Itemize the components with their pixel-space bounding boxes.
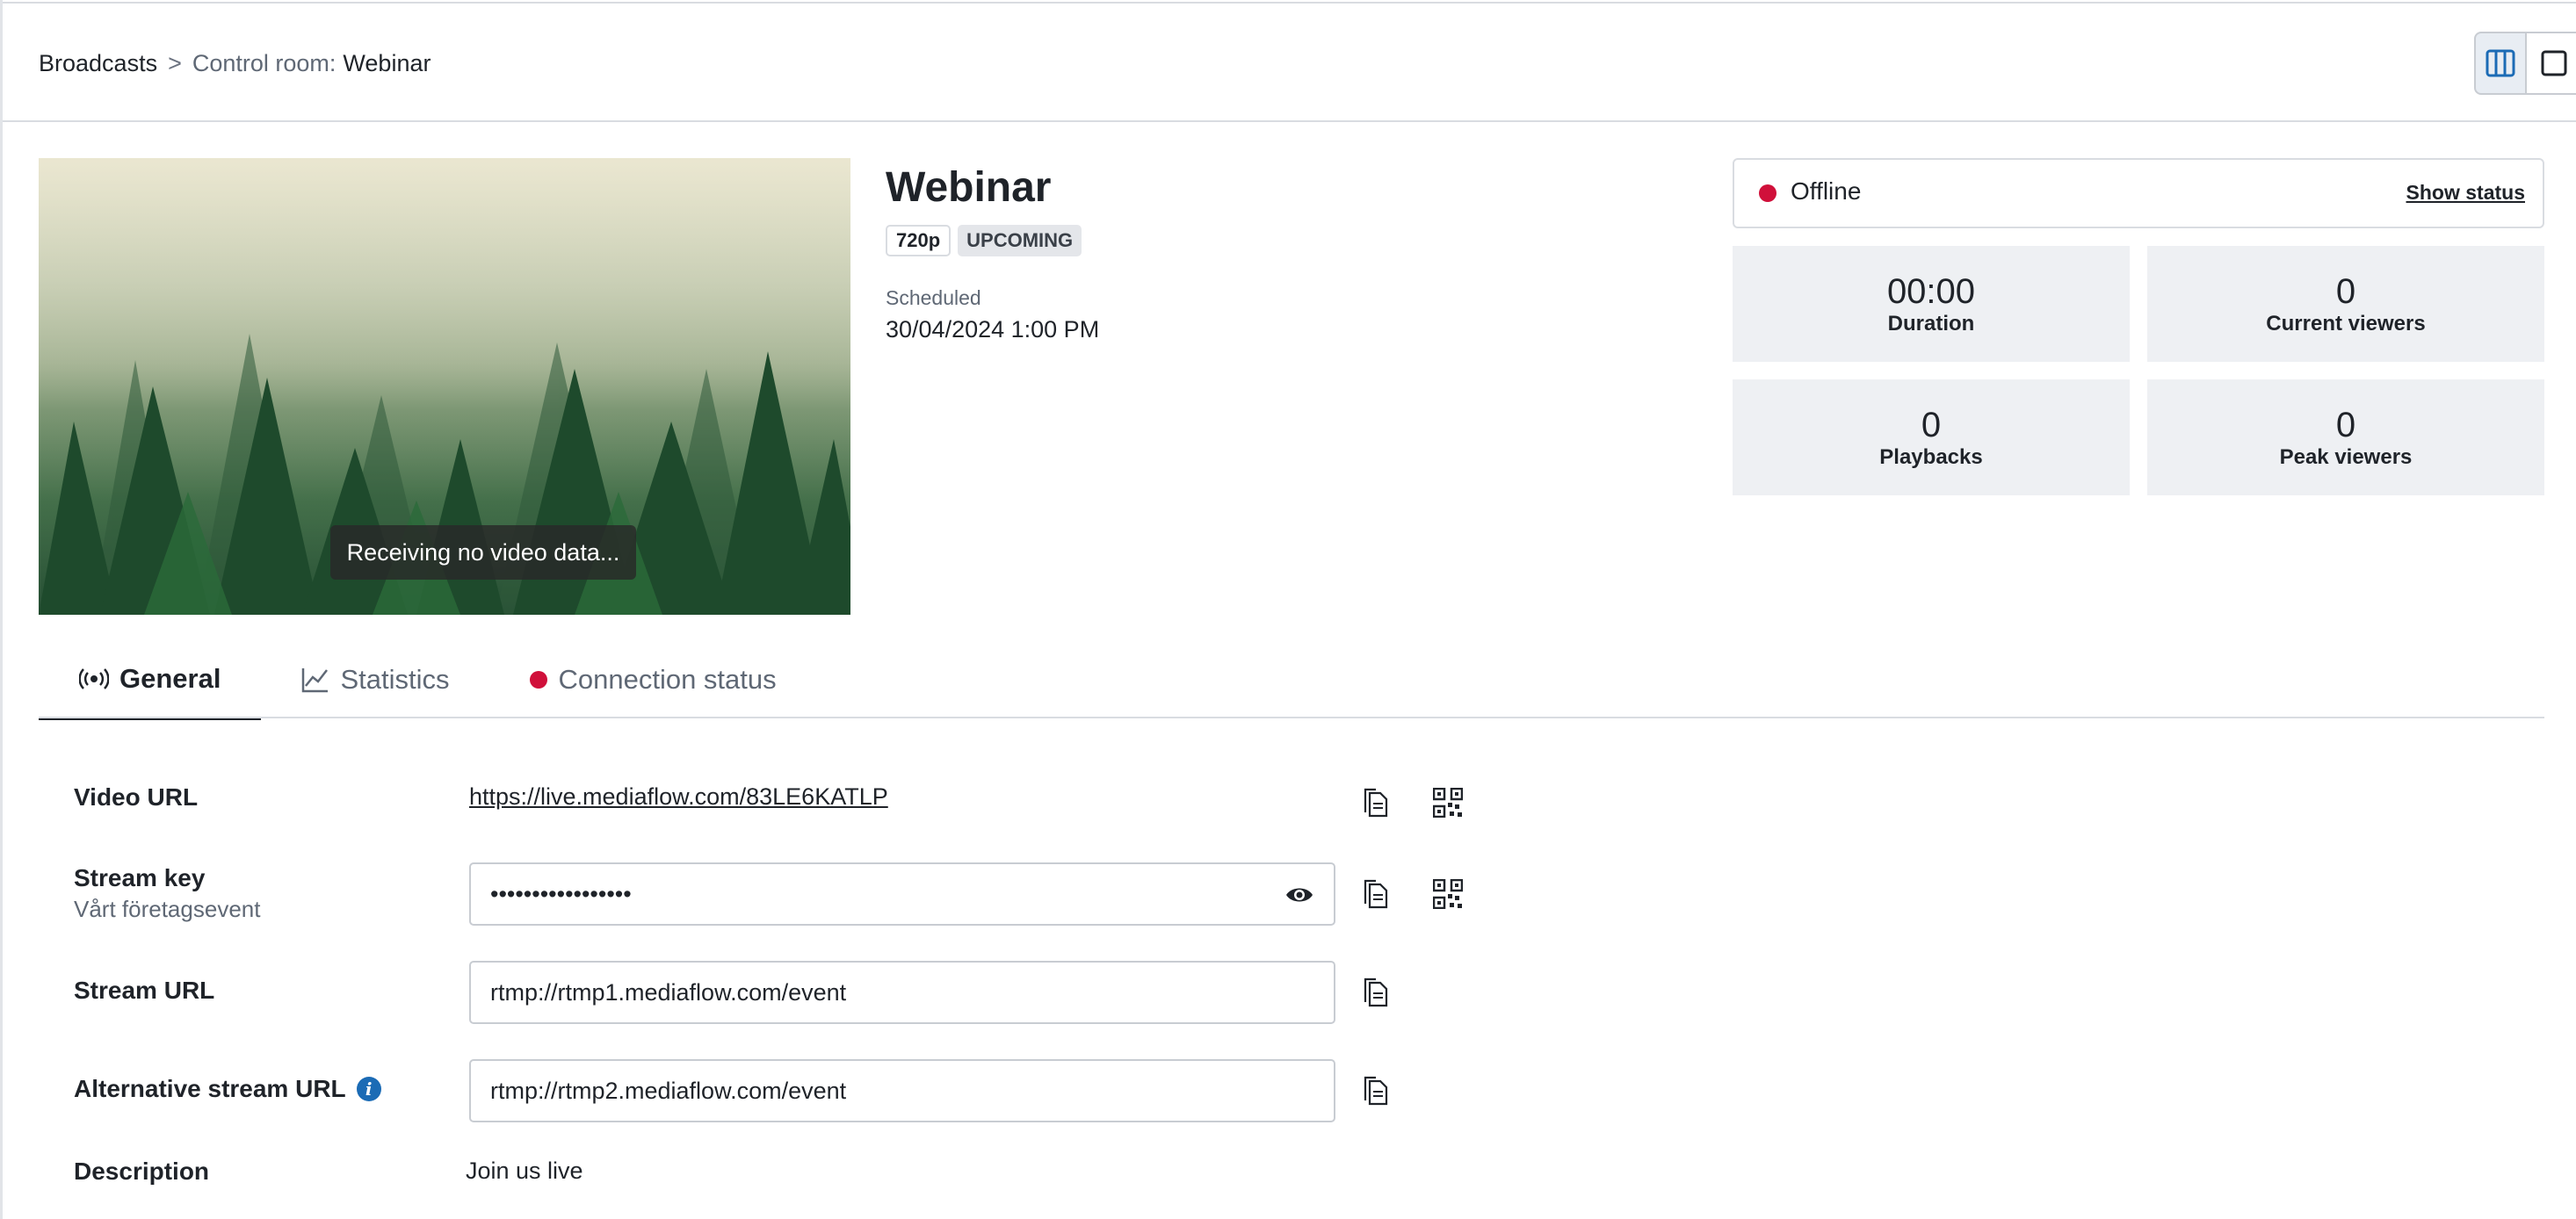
single-view-button[interactable] (2527, 32, 2576, 95)
left-border (0, 0, 3, 1219)
breadcrumb-current-title: Webinar (343, 49, 431, 76)
copy-icon (1364, 1076, 1388, 1106)
stat-value: 0 (1921, 406, 1942, 444)
breadcrumb-current-prefix: Control room: (192, 49, 336, 76)
stat-label: Duration (1887, 312, 1975, 335)
qr-stream-key-button[interactable] (1430, 876, 1465, 912)
show-key-button[interactable] (1284, 884, 1314, 912)
status-dot-icon (530, 671, 548, 689)
video-preview: Receiving no video data... (39, 158, 850, 615)
stream-url-field[interactable]: rtmp://rtmp1.mediaflow.com/event (469, 961, 1335, 1024)
top-border (0, 0, 2576, 4)
stream-key-value: ••••••••••••••••• (490, 880, 632, 907)
stat-label: Playbacks (1879, 445, 1983, 469)
stream-key-label: Stream key (74, 864, 206, 891)
header-divider (3, 120, 2576, 122)
stat-value: 0 (2335, 406, 2356, 444)
breadcrumb-separator: > (168, 49, 182, 76)
tab-label: Connection status (558, 664, 777, 695)
split-view-button[interactable] (2474, 32, 2528, 95)
show-status-link[interactable]: Show status (2406, 181, 2525, 205)
stat-label: Current viewers (2266, 312, 2426, 335)
stat-playbacks: 0 Playbacks (1733, 379, 2130, 495)
status-badge: UPCOMING (958, 225, 1082, 256)
stream-key-field[interactable]: ••••••••••••••••• (469, 862, 1335, 926)
broadcast-icon (79, 668, 109, 689)
breadcrumb-broadcasts-link[interactable]: Broadcasts (39, 50, 157, 77)
stat-value: 00:00 (1886, 272, 1976, 311)
alt-stream-url-label-row: Alternative stream URL i (74, 1075, 381, 1103)
offline-dot-icon (1759, 184, 1776, 202)
copy-video-url-button[interactable] (1358, 785, 1393, 820)
status-text: Offline (1791, 177, 1862, 205)
tab-connection-status[interactable]: Connection status (489, 641, 816, 718)
scheduled-value: 30/04/2024 1:00 PM (886, 316, 1100, 343)
copy-icon (1364, 879, 1388, 909)
tab-label: Statistics (340, 664, 450, 695)
stream-url-value: rtmp://rtmp1.mediaflow.com/event (490, 978, 847, 1006)
copy-stream-key-button[interactable] (1358, 876, 1393, 912)
video-url-label: Video URL (74, 783, 199, 811)
breadcrumb: Broadcasts > Control room: Webinar (39, 46, 431, 81)
copy-icon (1364, 788, 1388, 818)
info-icon[interactable]: i (356, 1077, 381, 1101)
stat-value: 0 (2335, 272, 2356, 311)
tab-statistics[interactable]: Statistics (261, 641, 489, 718)
alt-stream-url-label: Alternative stream URL (74, 1075, 346, 1102)
badge-group: 720p UPCOMING (886, 225, 1082, 256)
description-value: Join us live (466, 1158, 583, 1184)
copy-icon (1364, 977, 1388, 1007)
copy-alt-stream-url-button[interactable] (1358, 1073, 1393, 1108)
square-icon (2541, 50, 2567, 76)
qr-code-icon (1433, 879, 1463, 909)
resolution-badge: 720p (886, 225, 952, 256)
tab-divider (39, 717, 2544, 718)
qr-video-url-button[interactable] (1430, 785, 1465, 820)
qr-code-icon (1433, 788, 1463, 818)
stream-url-label: Stream URL (74, 977, 215, 1004)
description-label: Description (74, 1158, 210, 1185)
stream-key-sublabel: Vårt företagsevent (74, 896, 261, 922)
eye-icon (1286, 888, 1313, 902)
page-title: Webinar (886, 164, 1052, 211)
view-toggle (2474, 32, 2576, 95)
alt-stream-url-value: rtmp://rtmp2.mediaflow.com/event (490, 1077, 847, 1104)
stat-duration: 00:00 Duration (1733, 246, 2130, 362)
stat-label: Peak viewers (2279, 445, 2413, 469)
stat-current-viewers: 0 Current viewers (2147, 246, 2544, 362)
alt-stream-url-field[interactable]: rtmp://rtmp2.mediaflow.com/event (469, 1059, 1335, 1122)
scheduled-label: Scheduled (886, 286, 981, 309)
tab-label: General (119, 663, 221, 694)
tab-general[interactable]: General (39, 641, 262, 720)
connection-status-box: Offline Show status (1733, 158, 2544, 228)
copy-stream-url-button[interactable] (1358, 975, 1393, 1010)
tab-bar: General Statistics Connection status (39, 641, 817, 720)
line-chart-icon (302, 668, 329, 693)
stat-peak-viewers: 0 Peak viewers (2147, 379, 2544, 495)
video-url-link[interactable]: https://live.mediaflow.com/83LE6KATLP (469, 783, 888, 811)
no-video-overlay: Receiving no video data... (330, 525, 636, 580)
columns-icon (2486, 49, 2515, 77)
